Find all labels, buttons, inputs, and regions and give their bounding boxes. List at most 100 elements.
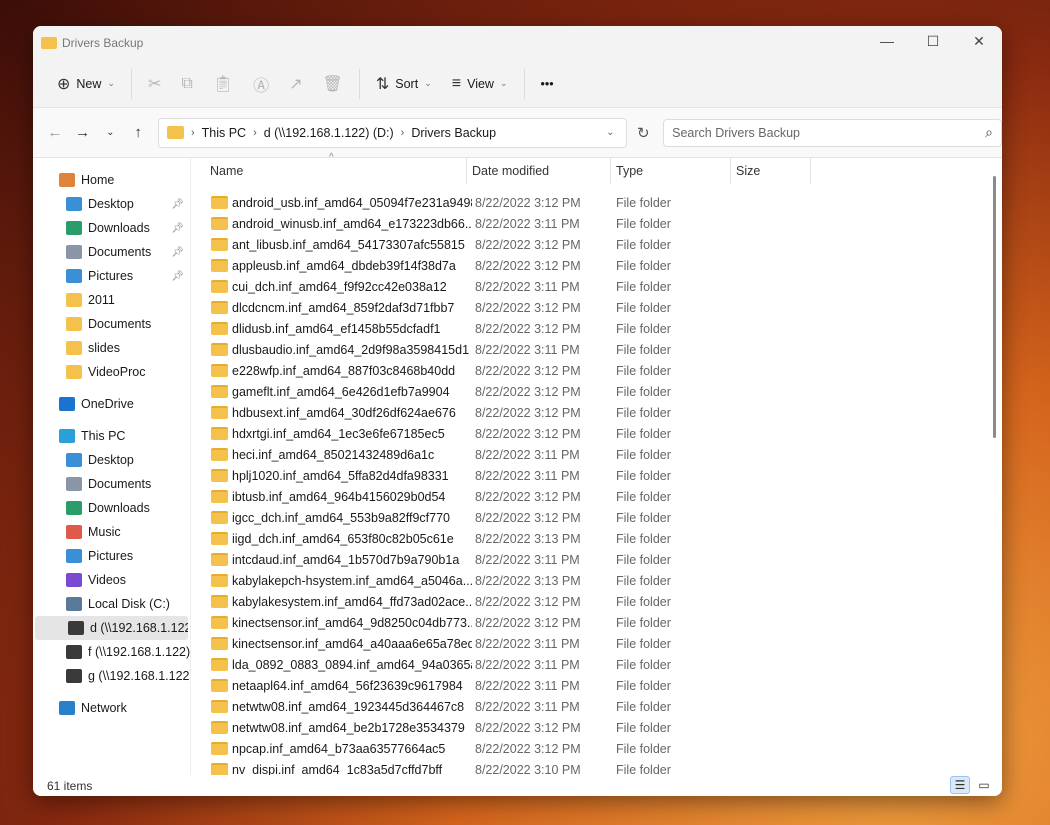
table-row[interactable]: intcdaud.inf_amd64_1b570d7b9a790b1a 8/22/… <box>191 549 982 570</box>
sidebar-item-music[interactable]: Music <box>33 520 190 544</box>
sidebar-item-folder[interactable]: 2011 <box>33 288 190 312</box>
table-row[interactable]: e228wfp.inf_amd64_887f03c8468b40dd 8/22/2… <box>191 360 982 381</box>
sidebar-item-computer[interactable]: This PC <box>33 424 190 448</box>
search-input[interactable]: Search Drivers Backup ⌕ <box>663 118 1002 147</box>
table-row[interactable]: android_usb.inf_amd64_05094f7e231a9498 8/… <box>191 192 982 213</box>
folder-icon <box>66 341 82 355</box>
sidebar-item-network-drive[interactable]: f (\\192.168.1.122) (F:) <box>33 640 190 664</box>
maximize-button[interactable]: ☐ <box>910 26 956 56</box>
table-row[interactable]: cui_dch.inf_amd64_f9f92cc42e038a12 8/22/2… <box>191 276 982 297</box>
details-view-button[interactable]: ☰ <box>950 776 970 794</box>
column-size[interactable]: Size <box>731 158 811 184</box>
refresh-button[interactable]: ↻ <box>627 124 659 142</box>
column-type[interactable]: Type <box>611 158 731 184</box>
table-row[interactable]: hdbusext.inf_amd64_30df26df624ae676 8/22/… <box>191 402 982 423</box>
sidebar-item-network-drive[interactable]: d (\\192.168.1.122) (D:) <box>35 616 188 640</box>
up-button[interactable]: ↑ <box>124 124 152 141</box>
new-button[interactable]: ⊕ New ⌄ <box>47 68 125 100</box>
breadcrumb-drive[interactable]: d (\\192.168.1.122) (D:) <box>264 126 394 140</box>
download-icon <box>66 221 82 235</box>
table-row[interactable]: android_winusb.inf_amd64_e173223db66... 8… <box>191 213 982 234</box>
table-row[interactable]: kinectsensor.inf_amd64_9d8250c04db773...… <box>191 612 982 633</box>
minimize-button[interactable]: — <box>864 26 910 56</box>
sidebar-item-network-drive[interactable]: g (\\192.168.1.122) (G:) <box>33 664 190 688</box>
plus-circle-icon: ⊕ <box>57 75 71 93</box>
sidebar-item-label: g (\\192.168.1.122) (G:) <box>88 669 190 683</box>
chevron-right-icon: › <box>190 126 195 139</box>
address-bar[interactable]: › This PC › d (\\192.168.1.122) (D:) › D… <box>157 117 628 148</box>
table-row[interactable]: gameflt.inf_amd64_6e426d1efb7a9904 8/22/2… <box>191 381 982 402</box>
cut-button[interactable]: ✂ <box>138 68 171 100</box>
table-row[interactable]: ant_libusb.inf_amd64_54173307afc55815 8/2… <box>191 234 982 255</box>
sidebar-item-download[interactable]: Downloads 📌︎ <box>33 216 190 240</box>
vertical-scrollbar[interactable] <box>993 176 996 438</box>
sidebar-item-pictures[interactable]: Pictures <box>33 544 190 568</box>
chevron-down-icon: ⌄ <box>424 78 432 88</box>
table-row[interactable]: dlcdcncm.inf_amd64_859f2daf3d71fbb7 8/22/… <box>191 297 982 318</box>
share-button[interactable]: ↗ <box>279 68 312 100</box>
tiles-view-button[interactable]: ▭ <box>974 776 994 794</box>
folder-icon <box>66 365 82 379</box>
table-row[interactable]: iigd_dch.inf_amd64_653f80c82b05c61e 8/22/… <box>191 528 982 549</box>
table-row[interactable]: npcap.inf_amd64_b73aa63577664ac5 8/22/202… <box>191 738 982 759</box>
sidebar-item-folder[interactable]: VideoProc <box>33 360 190 384</box>
table-row[interactable]: dlusbaudio.inf_amd64_2d9f98a3598415d1 8/2… <box>191 339 982 360</box>
network-drive-icon <box>66 669 82 683</box>
folder-icon <box>211 469 228 482</box>
table-row[interactable]: lda_0892_0883_0894.inf_amd64_94a0365a...… <box>191 654 982 675</box>
sidebar-item-document[interactable]: Documents 📌︎ <box>33 240 190 264</box>
sidebar-item-videos[interactable]: Videos <box>33 568 190 592</box>
sort-button[interactable]: ⇅ Sort ⌄ <box>366 68 442 100</box>
copy-button[interactable]: ⧉ <box>171 68 202 100</box>
file-name: ibtusb.inf_amd64_964b4156029b0d54 <box>232 489 446 504</box>
more-options-button[interactable]: ••• <box>531 68 564 100</box>
sidebar-item-cloud[interactable]: OneDrive <box>33 392 190 416</box>
breadcrumb-folder[interactable]: Drivers Backup <box>411 126 496 140</box>
close-button[interactable]: ✕ <box>956 26 1002 56</box>
table-row[interactable]: kinectsensor.inf_amd64_a40aaa6e65a78ed7 8… <box>191 633 982 654</box>
table-row[interactable]: dlidusb.inf_amd64_ef1458b55dcfadf1 8/22/2… <box>191 318 982 339</box>
table-row[interactable]: kabylakesystem.inf_amd64_ffd73ad02ace...… <box>191 591 982 612</box>
sidebar-item-label: OneDrive <box>81 397 134 411</box>
sidebar-item-network[interactable]: Network <box>33 696 190 720</box>
table-row[interactable]: netwtw08.inf_amd64_be2b1728e3534379 8/22/… <box>191 717 982 738</box>
paste-button[interactable]: 📋︎ <box>203 68 243 100</box>
sidebar-item-drive[interactable]: Local Disk (C:) <box>33 592 190 616</box>
recent-locations-button[interactable]: ⌄ <box>96 127 124 138</box>
column-date-modified[interactable]: Date modified <box>467 158 611 184</box>
folder-icon <box>211 532 228 545</box>
sidebar-item-pictures[interactable]: Pictures 📌︎ <box>33 264 190 288</box>
table-row[interactable]: heci.inf_amd64_85021432489d6a1c 8/22/2022… <box>191 444 982 465</box>
sidebar-item-label: Local Disk (C:) <box>88 597 170 611</box>
forward-button[interactable]: → <box>69 124 97 141</box>
rename-button[interactable]: Ⓐ <box>243 68 279 100</box>
file-type: File folder <box>616 510 671 525</box>
sidebar-item-label: f (\\192.168.1.122) (F:) <box>88 645 190 659</box>
column-name[interactable]: Name <box>205 158 467 184</box>
sidebar-item-label: Documents <box>88 477 152 491</box>
sidebar-item-desktop[interactable]: Desktop <box>33 448 190 472</box>
view-button[interactable]: ≡ View ⌄ <box>442 68 518 100</box>
table-row[interactable]: netwtw08.inf_amd64_1923445d364467c8 8/22/… <box>191 696 982 717</box>
table-row[interactable]: igcc_dch.inf_amd64_553b9a82ff9cf770 8/22/… <box>191 507 982 528</box>
table-row[interactable]: appleusb.inf_amd64_dbdeb39f14f38d7a 8/22/… <box>191 255 982 276</box>
file-type: File folder <box>616 426 671 441</box>
sidebar-item-home[interactable]: Home <box>33 168 190 192</box>
date-modified: 8/22/2022 3:11 PM <box>475 216 580 231</box>
sidebar-item-download[interactable]: Downloads <box>33 496 190 520</box>
sidebar-item-desktop[interactable]: Desktop 📌︎ <box>33 192 190 216</box>
drive-icon <box>66 597 82 611</box>
table-row[interactable]: hdxrtgi.inf_amd64_1ec3e6fe67185ec5 8/22/2… <box>191 423 982 444</box>
address-dropdown-icon[interactable]: ⌄ <box>606 127 614 138</box>
folder-icon <box>211 196 228 209</box>
breadcrumb-this-pc[interactable]: This PC <box>202 126 246 140</box>
back-button[interactable]: ← <box>41 124 69 141</box>
table-row[interactable]: kabylakepch-hsystem.inf_amd64_a5046a... 8… <box>191 570 982 591</box>
table-row[interactable]: hplj1020.inf_amd64_5ffa82d4dfa98331 8/22/… <box>191 465 982 486</box>
sidebar-item-folder[interactable]: slides <box>33 336 190 360</box>
table-row[interactable]: ibtusb.inf_amd64_964b4156029b0d54 8/22/20… <box>191 486 982 507</box>
sidebar-item-folder[interactable]: Documents <box>33 312 190 336</box>
delete-button[interactable]: 🗑︎ <box>313 68 353 100</box>
sidebar-item-document[interactable]: Documents <box>33 472 190 496</box>
table-row[interactable]: netaapl64.inf_amd64_56f23639c9617984 8/22… <box>191 675 982 696</box>
